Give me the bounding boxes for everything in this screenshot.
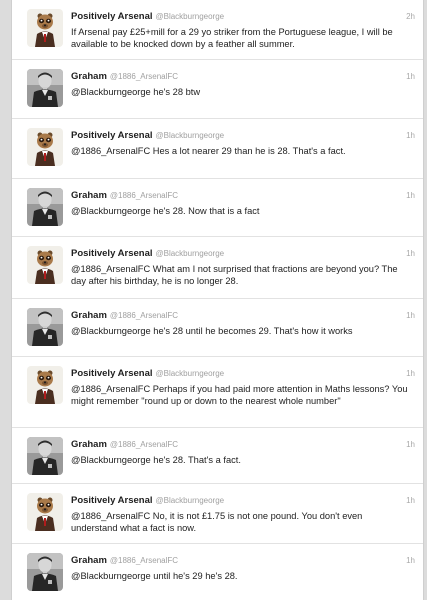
tweet-header: Graham @1886_ArsenalFC 1h bbox=[71, 310, 415, 324]
tweet-text: @1886_ArsenalFC No, it is not £1.75 is n… bbox=[71, 511, 363, 533]
tweet-item[interactable]: Positively Arsenal @Blackburngeorge 1h @1… bbox=[12, 119, 423, 179]
tweet-timestamp[interactable]: 1h bbox=[406, 556, 415, 565]
author-handle[interactable]: @Blackburngeorge bbox=[156, 496, 225, 505]
tweet-item[interactable]: Graham @1886_ArsenalFC 1h @Blackburngeorg… bbox=[12, 179, 423, 237]
tweet-text: If Arsenal pay £25+mill for a 29 yo stri… bbox=[71, 27, 393, 49]
author-handle[interactable]: @1886_ArsenalFC bbox=[110, 440, 178, 449]
tweet-header: Positively Arsenal @Blackburngeorge 1h bbox=[71, 248, 415, 262]
author-handle[interactable]: @Blackburngeorge bbox=[156, 131, 225, 140]
graham-avatar[interactable] bbox=[27, 69, 63, 107]
tweet-item[interactable]: Graham @1886_ArsenalFC 1h @Blackburngeorg… bbox=[12, 299, 423, 357]
tweet-timestamp[interactable]: 1h bbox=[406, 311, 415, 320]
tweet-text: @1886_ArsenalFC What am I not surprised … bbox=[71, 264, 398, 286]
meerkat-avatar[interactable] bbox=[27, 246, 63, 284]
graham-avatar[interactable] bbox=[27, 553, 63, 591]
meerkat-avatar[interactable] bbox=[27, 9, 63, 47]
graham-avatar[interactable] bbox=[27, 188, 63, 226]
tweet-item[interactable]: Positively Arsenal @Blackburngeorge 1h @1… bbox=[12, 237, 423, 299]
author-handle[interactable]: @1886_ArsenalFC bbox=[110, 311, 178, 320]
tweet-item[interactable]: Graham @1886_ArsenalFC 1h @Blackburngeorg… bbox=[12, 428, 423, 484]
author-name[interactable]: Graham bbox=[71, 190, 107, 201]
tweet-text: @Blackburngeorge he's 28 btw bbox=[71, 87, 201, 97]
author-name[interactable]: Positively Arsenal bbox=[71, 495, 153, 506]
tweet-item[interactable]: Positively Arsenal @Blackburngeorge 2h If… bbox=[12, 0, 423, 60]
tweet-header: Graham @1886_ArsenalFC 1h bbox=[71, 71, 415, 85]
tweet-timestamp[interactable]: 1h bbox=[406, 249, 415, 258]
tweet-header: Positively Arsenal @Blackburngeorge 1h bbox=[71, 368, 415, 382]
author-name[interactable]: Positively Arsenal bbox=[71, 368, 153, 379]
tweet-text: @Blackburngeorge he's 28. Now that is a … bbox=[71, 206, 260, 216]
tweet-timestamp[interactable]: 1h bbox=[406, 369, 415, 378]
tweet-timestamp[interactable]: 1h bbox=[406, 440, 415, 449]
meerkat-avatar[interactable] bbox=[27, 493, 63, 531]
tweet-header: Graham @1886_ArsenalFC 1h bbox=[71, 190, 415, 204]
meerkat-avatar[interactable] bbox=[27, 128, 63, 166]
author-name[interactable]: Graham bbox=[71, 71, 107, 82]
tweet-text: @Blackburngeorge until he's 29 he's 28. bbox=[71, 571, 238, 581]
author-name[interactable]: Positively Arsenal bbox=[71, 11, 153, 22]
author-handle[interactable]: @Blackburngeorge bbox=[156, 12, 225, 21]
graham-avatar[interactable] bbox=[27, 437, 63, 475]
tweet-header: Graham @1886_ArsenalFC 1h bbox=[71, 555, 415, 569]
tweet-text: @Blackburngeorge he's 28. That's a fact. bbox=[71, 455, 241, 465]
tweet-header: Graham @1886_ArsenalFC 1h bbox=[71, 439, 415, 453]
author-name[interactable]: Graham bbox=[71, 555, 107, 566]
author-name[interactable]: Graham bbox=[71, 310, 107, 321]
tweet-header: Positively Arsenal @Blackburngeorge 2h bbox=[71, 11, 415, 25]
tweet-timestamp[interactable]: 1h bbox=[406, 496, 415, 505]
author-handle[interactable]: @1886_ArsenalFC bbox=[110, 191, 178, 200]
author-handle[interactable]: @Blackburngeorge bbox=[156, 249, 225, 258]
author-name[interactable]: Graham bbox=[71, 439, 107, 450]
author-handle[interactable]: @Blackburngeorge bbox=[156, 369, 225, 378]
author-handle[interactable]: @1886_ArsenalFC bbox=[110, 72, 178, 81]
tweet-timestamp[interactable]: 1h bbox=[406, 131, 415, 140]
tweet-header: Positively Arsenal @Blackburngeorge 1h bbox=[71, 495, 415, 509]
tweet-header: Positively Arsenal @Blackburngeorge 1h bbox=[71, 130, 415, 144]
tweet-item[interactable]: Positively Arsenal @Blackburngeorge 1h @1… bbox=[12, 484, 423, 544]
tweet-item[interactable]: Positively Arsenal @Blackburngeorge 1h @1… bbox=[12, 357, 423, 428]
author-name[interactable]: Positively Arsenal bbox=[71, 130, 153, 141]
tweet-text: @1886_ArsenalFC Hes a lot nearer 29 than… bbox=[71, 146, 346, 156]
tweet-text: @Blackburngeorge he's 28 until he become… bbox=[71, 326, 353, 336]
author-name[interactable]: Positively Arsenal bbox=[71, 248, 153, 259]
tweet-timestamp[interactable]: 2h bbox=[406, 12, 415, 21]
graham-avatar[interactable] bbox=[27, 308, 63, 346]
tweet-timestamp[interactable]: 1h bbox=[406, 191, 415, 200]
tweet-timeline: Positively Arsenal @Blackburngeorge 2h If… bbox=[11, 0, 424, 600]
tweet-item[interactable]: Graham @1886_ArsenalFC 1h @Blackburngeorg… bbox=[12, 60, 423, 119]
tweet-text: @1886_ArsenalFC Perhaps if you had paid … bbox=[71, 384, 408, 406]
author-handle[interactable]: @1886_ArsenalFC bbox=[110, 556, 178, 565]
tweet-timestamp[interactable]: 1h bbox=[406, 72, 415, 81]
tweet-item[interactable]: Graham @1886_ArsenalFC 1h @Blackburngeorg… bbox=[12, 544, 423, 600]
meerkat-avatar[interactable] bbox=[27, 366, 63, 404]
